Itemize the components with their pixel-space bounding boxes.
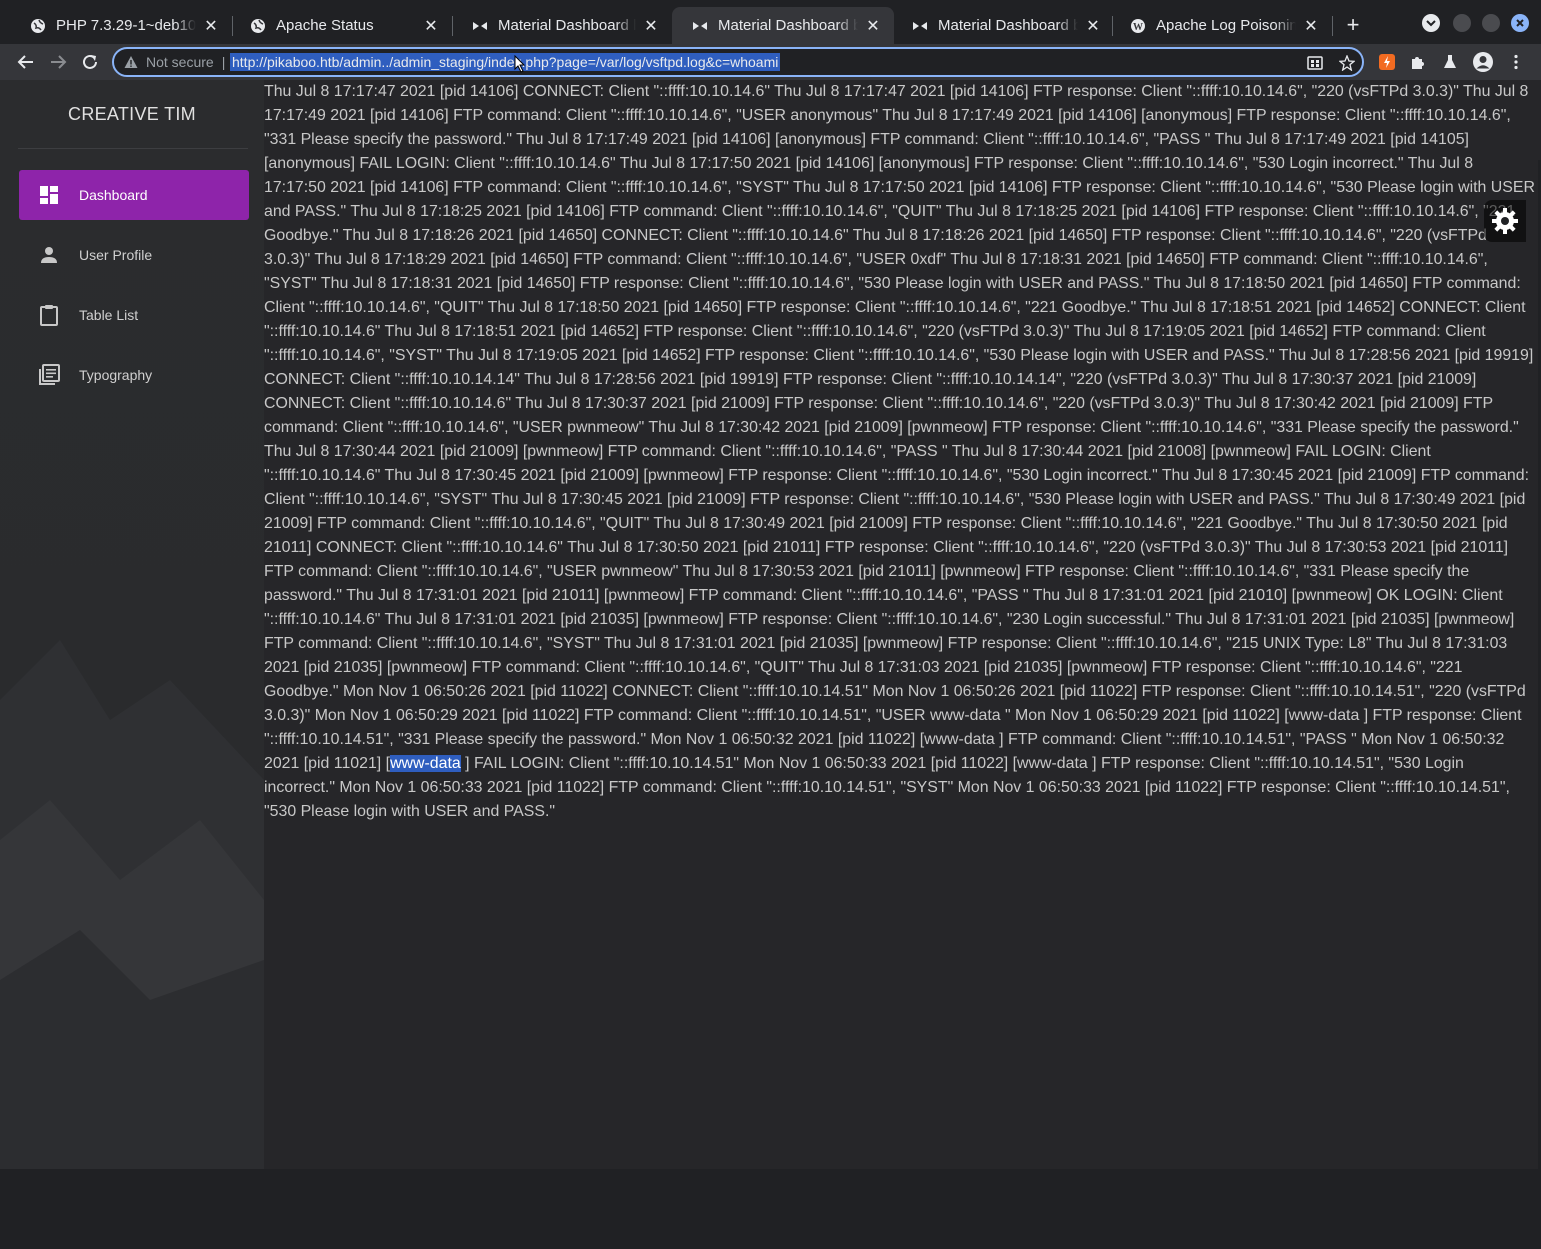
tab-title: PHP 7.3.29-1~deb10u1 <box>56 17 196 34</box>
forward-button[interactable] <box>46 50 70 74</box>
bookmark-star-icon[interactable] <box>1338 54 1356 72</box>
more-menu-icon[interactable] <box>1506 52 1526 72</box>
tab-php-info[interactable]: PHP 7.3.29-1~deb10u1 ✕ <box>10 7 232 44</box>
clipboard-icon <box>37 303 61 327</box>
log-output: Thu Jul 8 17:17:47 2021 [pid 14106] CONN… <box>264 80 1536 824</box>
tab-apache-log-poisoning[interactable]: W Apache Log Poisoning ✕ <box>1110 7 1332 44</box>
sidebar-item-label: Typography <box>79 367 153 383</box>
material-icon <box>692 18 708 34</box>
person-icon <box>37 243 61 267</box>
tab-material-dashboard-3[interactable]: Material Dashboard by ✕ <box>892 7 1114 44</box>
tab-title: Material Dashboard by <box>938 17 1078 34</box>
gear-icon <box>1490 206 1520 236</box>
puzzle-extensions-icon[interactable] <box>1408 52 1428 72</box>
close-tab-icon[interactable]: ✕ <box>1302 17 1320 35</box>
log-text: Thu Jul 8 17:17:47 2021 [pid 14106] CONN… <box>264 83 1535 772</box>
reload-button[interactable] <box>78 50 102 74</box>
globe-icon <box>30 18 46 34</box>
tab-material-dashboard-1[interactable]: Material Dashboard by ✕ <box>452 7 672 44</box>
tab-title: Material Dashboard by <box>498 17 636 34</box>
close-tab-icon[interactable]: ✕ <box>642 17 660 35</box>
dashboard-icon <box>37 183 61 207</box>
settings-gear-button[interactable] <box>1484 200 1526 242</box>
sidebar-item-table-list[interactable]: Table List <box>19 290 249 340</box>
tab-search-button[interactable] <box>1422 14 1440 32</box>
sidebar-item-user-profile[interactable]: User Profile <box>19 230 249 280</box>
close-tab-icon[interactable]: ✕ <box>202 17 220 35</box>
wordpress-icon: W <box>1130 18 1146 34</box>
address-bar[interactable]: Not secure | http://pikaboo.htb/admin../… <box>112 47 1364 77</box>
browser-toolbar: Not secure | http://pikaboo.htb/admin../… <box>0 44 1541 80</box>
warning-icon <box>124 55 138 69</box>
separator: | <box>221 54 226 70</box>
maximize-button[interactable] <box>1482 14 1500 32</box>
tab-title: Apache Log Poisoning <box>1156 17 1296 34</box>
library-books-icon <box>37 363 61 387</box>
svg-text:W: W <box>1133 22 1143 33</box>
tab-apache-status[interactable]: Apache Status ✕ <box>230 7 452 44</box>
tab-separator <box>1332 16 1333 36</box>
install-app-icon[interactable] <box>1306 54 1324 72</box>
close-tab-icon[interactable]: ✕ <box>1084 17 1102 35</box>
security-indicator[interactable]: Not secure | <box>124 54 225 70</box>
tab-title: Material Dashboard by <box>718 17 858 34</box>
security-label: Not secure <box>146 54 214 70</box>
sidebar-item-label: User Profile <box>79 247 153 263</box>
web-page: CREATIVE TIM Dashboard User Profile Tabl… <box>0 80 1541 1249</box>
main-content: Thu Jul 8 17:17:47 2021 [pid 14106] CONN… <box>264 80 1536 1169</box>
tab-material-dashboard-active[interactable]: Material Dashboard by ✕ <box>672 7 894 44</box>
minimize-button[interactable] <box>1453 14 1471 32</box>
divider <box>18 148 248 149</box>
sidebar-item-dashboard[interactable]: Dashboard <box>19 170 249 220</box>
close-window-button[interactable] <box>1511 14 1529 32</box>
close-tab-icon[interactable]: ✕ <box>864 17 882 35</box>
sidebar-item-label: Table List <box>79 307 139 323</box>
material-icon <box>472 18 488 34</box>
brand-logo-text[interactable]: CREATIVE TIM <box>0 104 264 125</box>
sidebar: CREATIVE TIM Dashboard User Profile Tabl… <box>0 80 264 1169</box>
material-icon <box>912 18 928 34</box>
sidebar-item-label: Dashboard <box>79 187 148 203</box>
mouse-cursor-icon <box>514 54 526 78</box>
tab-title: Apache Status <box>276 17 374 34</box>
globe-icon <box>250 18 266 34</box>
new-tab-button[interactable]: + <box>1342 14 1364 36</box>
close-tab-icon[interactable]: ✕ <box>422 17 440 35</box>
tab-strip: PHP 7.3.29-1~deb10u1 ✕ Apache Status ✕ M… <box>0 0 1541 44</box>
brave-extension-icon[interactable] <box>1377 52 1397 72</box>
url-text[interactable]: http://pikaboo.htb/admin../admin_staging… <box>230 53 781 71</box>
back-button[interactable] <box>14 50 38 74</box>
sidebar-item-typography[interactable]: Typography <box>19 350 249 400</box>
profile-avatar-icon[interactable] <box>1472 51 1494 73</box>
flask-extension-icon[interactable] <box>1440 52 1460 72</box>
selected-text: www-data <box>390 755 461 772</box>
